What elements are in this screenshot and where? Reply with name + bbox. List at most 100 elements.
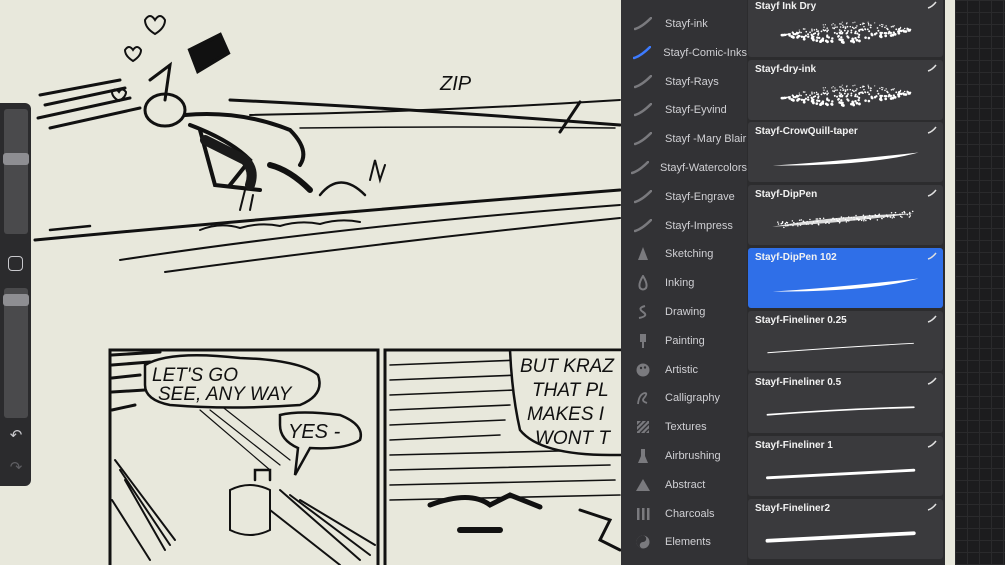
balloon-text: SEE, ANY WAY xyxy=(158,384,293,405)
brush-category-item[interactable]: Stayf-Eyvind xyxy=(621,96,747,124)
brush-category-label: Elements xyxy=(665,536,711,549)
brush-category-item[interactable]: Stayf-Comic-Inks xyxy=(621,39,747,67)
brush-category-item[interactable]: Textures xyxy=(621,413,747,441)
brush-category-label: Inking xyxy=(665,277,695,290)
brush-category-item[interactable]: Stayf-Rays xyxy=(621,68,747,96)
swoosh-icon xyxy=(621,218,665,233)
brush-item[interactable]: Stayf-Fineliner 0.5 xyxy=(748,373,943,434)
brush-category-item[interactable]: Stayf-Watercolors xyxy=(621,154,747,182)
brush-category-item[interactable]: Elements xyxy=(621,528,747,556)
brush-source-icon xyxy=(927,126,937,136)
brush-category-item[interactable]: Artistic xyxy=(621,356,747,384)
brush-category-item[interactable]: Stayf-ink xyxy=(621,10,747,38)
brush-category-label: Drawing xyxy=(665,306,706,318)
balloon-text: WONT T xyxy=(535,428,611,449)
brush-name: Stayf-Fineliner 1 xyxy=(755,439,833,451)
brush-category-item[interactable]: Sketching xyxy=(621,240,747,268)
brush-source-icon xyxy=(927,1,937,11)
brush-item[interactable]: Stayf-CrowQuill-taper xyxy=(748,122,943,183)
brush-category-item[interactable]: Airbrushing xyxy=(621,442,747,470)
balloon-text: THAT PL xyxy=(532,380,609,401)
brush-item[interactable]: Stayf-Fineliner2 xyxy=(748,498,943,559)
brush-category-label: Stayf-Impress xyxy=(665,219,733,232)
brush-category-label: Textures xyxy=(665,421,707,434)
brush-stroke-preview xyxy=(766,406,915,416)
brush-category-label: Stayf-Comic-Inks xyxy=(663,46,747,59)
squiggle-icon xyxy=(621,304,665,320)
charcoal-icon xyxy=(621,507,665,521)
airbrush-icon xyxy=(621,448,665,464)
brush-item[interactable]: Stayf-Fineliner 1 xyxy=(748,435,943,496)
brush-size-slider-thumb[interactable] xyxy=(3,153,29,165)
brush-list[interactable]: Stayf Ink Dry Stayf-dry-ink Stayf-CrowQuil… xyxy=(747,0,944,565)
brush-stroke-preview xyxy=(772,278,919,292)
brush-stroke-preview xyxy=(765,530,916,543)
swoosh-icon xyxy=(621,17,665,31)
brush-name: Stayf-Fineliner 0.25 xyxy=(755,314,847,326)
brush-stroke-preview xyxy=(772,210,914,229)
modify-button[interactable] xyxy=(8,256,23,271)
brush-category-item[interactable]: Charcoals xyxy=(621,500,747,528)
swoosh-icon xyxy=(621,103,665,117)
swoosh-icon xyxy=(621,132,665,146)
undo-icon[interactable]: ↶ xyxy=(6,426,26,446)
left-sidebar: ↶ ↷ xyxy=(0,103,31,486)
grid-background xyxy=(955,0,1005,565)
brush-item[interactable]: Stayf-DipPen xyxy=(748,185,943,246)
balloon-text: LET'S GO xyxy=(152,365,238,386)
brush-category-item[interactable]: Calligraphy xyxy=(621,384,747,412)
brush-stroke-preview xyxy=(780,84,912,107)
opacity-slider-thumb[interactable] xyxy=(3,294,29,306)
paintbrush-icon xyxy=(621,333,665,349)
brush-category-item[interactable]: Painting xyxy=(621,327,747,355)
brush-stroke-preview xyxy=(767,342,914,353)
brush-size-slider[interactable] xyxy=(3,109,29,234)
brush-category-label: Airbrushing xyxy=(665,450,721,462)
brush-name: Stayf-Fineliner 0.5 xyxy=(755,377,842,389)
brush-name: Stayf-Fineliner2 xyxy=(755,502,831,514)
opacity-slider[interactable] xyxy=(3,288,29,418)
zip-sound-text: ZIP xyxy=(439,73,472,95)
swoosh-icon xyxy=(621,189,665,204)
brush-item-selected[interactable]: Stayf-DipPen 102 xyxy=(748,247,943,308)
brush-item[interactable]: Stayf Ink Dry xyxy=(748,0,943,57)
brush-category-label: Stayf-Rays xyxy=(665,75,719,88)
balloon-text: MAKES I xyxy=(527,404,605,425)
brush-source-icon xyxy=(927,503,937,513)
brush-category-label: Sketching xyxy=(665,248,714,261)
swoosh-icon xyxy=(621,45,663,60)
brush-item[interactable]: Stayf-dry-ink xyxy=(748,59,943,120)
brush-category-label: Abstract xyxy=(665,478,706,491)
brush-category-list[interactable]: Stayf-ink Stayf-Comic-Inks Stayf-Rays Stayf… xyxy=(621,0,747,565)
brush-source-icon xyxy=(927,440,937,450)
brush-stroke-preview xyxy=(772,152,919,167)
ink-drop-icon xyxy=(621,275,665,291)
brush-source-icon xyxy=(927,377,937,387)
swoosh-icon xyxy=(621,161,660,175)
brush-category-item[interactable]: Drawing xyxy=(621,298,747,326)
brush-library-panel: Stayf-ink Stayf-Comic-Inks Stayf-Rays Stayf… xyxy=(621,0,955,565)
brush-item[interactable]: Stayf-Fineliner 0.25 xyxy=(748,310,943,371)
brush-category-item[interactable]: Stayf-Engrave xyxy=(621,183,747,211)
brush-name: Stayf-DipPen 102 xyxy=(755,251,837,263)
brush-category-item[interactable]: Stayf -Mary Blair xyxy=(621,125,747,153)
triangle-icon xyxy=(621,478,665,492)
brush-name: Stayf-CrowQuill-taper xyxy=(755,126,858,138)
canvas-edge xyxy=(945,0,955,565)
brush-stroke-preview xyxy=(766,468,916,480)
brush-category-label: Painting xyxy=(665,334,705,347)
brush-source-icon xyxy=(927,189,937,199)
brush-source-icon xyxy=(927,64,937,74)
texture-icon xyxy=(621,420,665,434)
redo-icon[interactable]: ↷ xyxy=(6,458,26,478)
brush-category-item[interactable]: Abstract xyxy=(621,471,747,499)
brush-category-label: Stayf-ink xyxy=(665,18,708,30)
balloon-text: BUT KRAZ xyxy=(520,356,615,377)
brush-category-label: Stayf -Mary Blair xyxy=(665,133,747,146)
brush-category-label: Calligraphy xyxy=(665,392,721,405)
swoosh-icon xyxy=(621,74,665,89)
brush-category-item[interactable]: Inking xyxy=(621,269,747,297)
calligraphy-icon xyxy=(621,390,665,406)
brush-category-item[interactable]: Stayf-Impress xyxy=(621,212,747,240)
brush-category-label: Stayf-Engrave xyxy=(665,190,735,203)
